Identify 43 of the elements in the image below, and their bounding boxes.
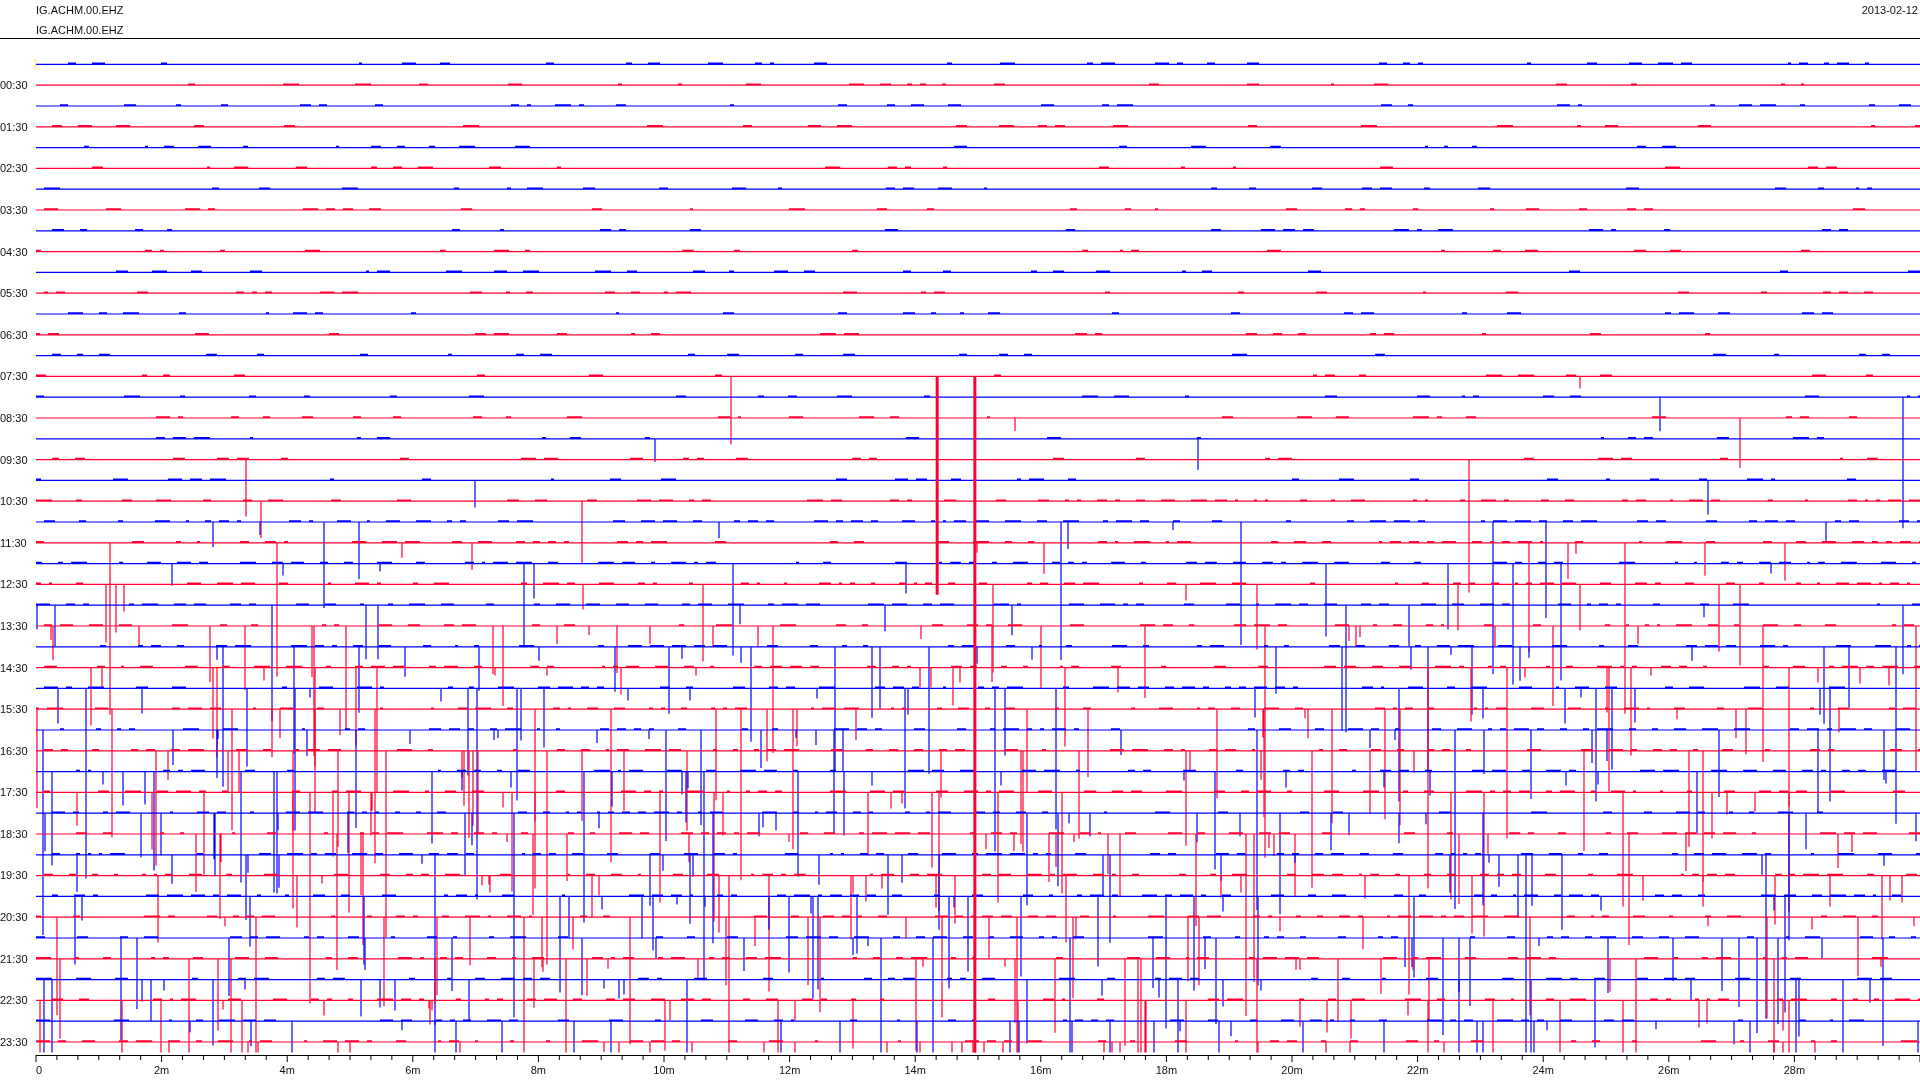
hour-label: 21:30 <box>0 952 29 965</box>
hour-label: 14:30 <box>0 661 29 674</box>
axis-tick-label: 24m <box>1532 1064 1554 1077</box>
hour-label: 11:30 <box>0 536 28 549</box>
hour-label: 10:30 <box>0 495 29 508</box>
hour-label: 18:30 <box>0 827 29 840</box>
hour-label: 17:30 <box>0 786 29 799</box>
axis-tick-label: 4m <box>279 1064 295 1077</box>
axis-tick-label: 20m <box>1281 1064 1303 1077</box>
hour-label: 19:30 <box>0 869 29 882</box>
axis-tick-label: 22m <box>1406 1064 1429 1077</box>
hour-label: 04:30 <box>0 245 29 258</box>
axis-tick-label: 8m <box>530 1064 547 1077</box>
hour-label: 07:30 <box>0 370 29 383</box>
axis-tick-label: 0 <box>36 1064 43 1077</box>
hour-label: 09:30 <box>0 453 29 466</box>
hour-label: 03:30 <box>0 203 29 216</box>
axis-tick-label: 2m <box>153 1064 170 1077</box>
axis-tick-label: 18m <box>1155 1064 1178 1077</box>
axis-tick-label: 14m <box>904 1064 926 1077</box>
hour-label: 20:30 <box>0 911 29 924</box>
axis-tick-label: 16m <box>1030 1064 1052 1077</box>
hour-label: 06:30 <box>0 328 29 341</box>
axis-tick-label: 26m <box>1658 1064 1680 1077</box>
station-label: IG.ACHM.00.EHZ <box>36 3 124 18</box>
hour-label: 05:30 <box>0 287 29 300</box>
hour-label: 22:30 <box>0 994 29 1007</box>
axis-tick-label: 6m <box>405 1064 421 1077</box>
hour-label: 12:30 <box>0 578 29 591</box>
hour-label: 08:30 <box>0 411 29 424</box>
hour-label: 23:30 <box>0 1035 29 1048</box>
hour-label: 15:30 <box>0 703 29 716</box>
start-marker <box>34 58 37 71</box>
hour-label: 16:30 <box>0 744 29 757</box>
hour-label: 13:30 <box>0 619 29 632</box>
axis-tick-label: 10m <box>653 1064 675 1077</box>
hour-label: 01:30 <box>0 120 29 133</box>
date-label: 2013-02-12 <box>1861 3 1918 18</box>
axis-tick-label: 12m <box>778 1064 801 1077</box>
station-label: IG.ACHM.00.EHZ <box>36 23 124 38</box>
hour-label: 02:30 <box>0 162 29 175</box>
axis-tick-label: 28m <box>1783 1064 1806 1077</box>
hour-label: 00:30 <box>0 79 29 92</box>
